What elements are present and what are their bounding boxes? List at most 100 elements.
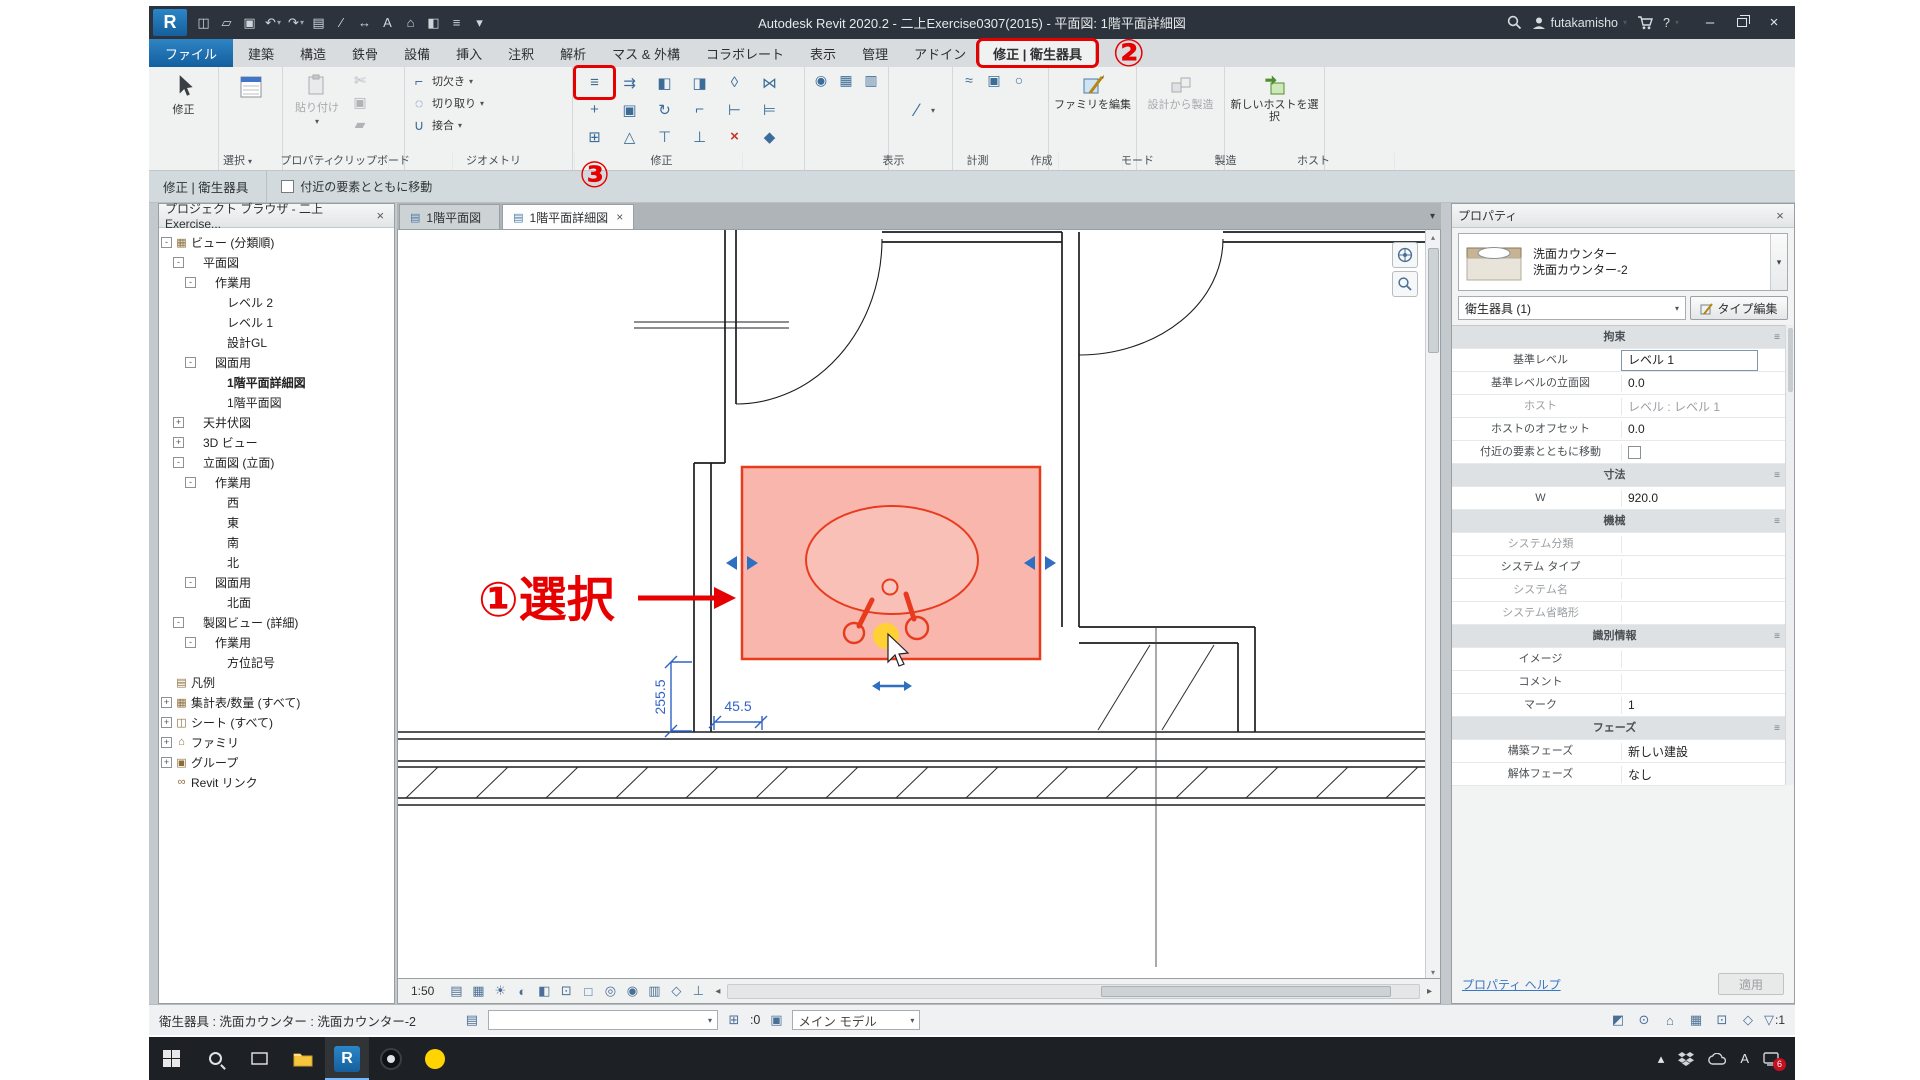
tree-expander-icon[interactable]: - — [185, 637, 196, 648]
browser-tree-item[interactable]: ▤ 凡例 — [161, 672, 392, 692]
worksharing-display-icon[interactable]: ◩ — [1608, 1012, 1628, 1028]
property-row[interactable]: システム名 — [1452, 579, 1785, 602]
revit-app-menu-button[interactable]: R — [153, 9, 187, 36]
property-row[interactable]: 機械 ≡ — [1452, 510, 1785, 533]
ui-grid-icon[interactable]: ◫ — [193, 11, 215, 35]
browser-tree-item[interactable]: - 製図ビュー (詳細) — [161, 612, 392, 632]
property-row[interactable]: 解体フェーズ なし — [1452, 763, 1785, 786]
browser-tree-item[interactable]: ∞ Revit リンク — [161, 772, 392, 792]
browser-tree-item[interactable]: + ▦ 集計表/数量 (すべて) — [161, 692, 392, 712]
property-value[interactable]: レベル : レベル 1 — [1622, 398, 1769, 415]
browser-tree-item[interactable]: 北 — [161, 552, 392, 572]
create-group-icon[interactable]: ▣ — [983, 70, 1005, 90]
create-similar-icon[interactable]: ○ — [1008, 70, 1030, 90]
ime-indicator[interactable]: A — [1740, 1051, 1749, 1066]
properties-toggle-button[interactable] — [224, 70, 277, 101]
ribbon-tab[interactable]: 注釈 — [495, 39, 547, 67]
editing-requests-icon[interactable]: ⊞ — [724, 1012, 744, 1028]
scroll-left-icon[interactable]: ◂ — [713, 986, 722, 997]
scroll-up-icon[interactable]: ▴ — [1426, 230, 1441, 245]
tree-expander-icon[interactable]: - — [161, 237, 172, 248]
temporary-view-properties-icon[interactable]: ▥ — [644, 982, 664, 1001]
flip-control[interactable] — [872, 681, 912, 691]
aligned-dimension-icon[interactable]: ↔ — [354, 11, 376, 35]
onedrive-cloud-icon[interactable] — [1708, 1053, 1726, 1065]
hide-elements-icon[interactable]: ▦ — [835, 70, 857, 90]
ribbon-tab[interactable]: 修正 | 衛生器具 ② — [979, 39, 1096, 67]
browser-tree-item[interactable]: + ⌂ ファミリ — [161, 732, 392, 752]
browser-tree-item[interactable]: 東 — [161, 512, 392, 532]
design-options-icon[interactable]: ▣ — [766, 1012, 786, 1028]
tree-expander-icon[interactable] — [197, 517, 208, 528]
trim-extend-multi-icon[interactable]: ⊨ — [753, 97, 786, 122]
unpin-icon[interactable]: ⊥ — [683, 124, 716, 149]
cut-icon[interactable]: ✄ — [349, 70, 371, 90]
properties-help-link[interactable]: プロパティ ヘルプ — [1462, 976, 1561, 993]
print-icon[interactable]: ▤ — [308, 11, 330, 35]
tree-expander-icon[interactable]: - — [173, 257, 184, 268]
customize-qat-icon[interactable]: ▾ — [469, 11, 491, 35]
property-row[interactable]: 拘束 ≡ — [1452, 326, 1785, 349]
pin-icon[interactable]: ⊤ — [648, 124, 681, 149]
tree-expander-icon[interactable] — [197, 657, 208, 668]
property-row[interactable]: W 920.0 — [1452, 487, 1785, 510]
close-button[interactable]: × — [1759, 10, 1789, 36]
array-icon[interactable]: ⊞ — [578, 124, 611, 149]
browser-tree-item[interactable]: - 立面図 (立面) — [161, 452, 392, 472]
property-value[interactable]: 0.0 — [1622, 376, 1769, 390]
tree-expander-icon[interactable] — [197, 497, 208, 508]
default-3d-view-icon[interactable]: ⌂ — [400, 11, 422, 35]
browser-tree-item[interactable]: - 図面用 — [161, 572, 392, 592]
ribbon-tab[interactable]: 鉄骨 — [339, 39, 391, 67]
ribbon-tab[interactable]: 設備 — [391, 39, 443, 67]
browser-tree-item[interactable]: + ▣ グループ — [161, 752, 392, 772]
redo-icon[interactable]: ↷▾ — [285, 11, 307, 35]
property-row[interactable]: システム タイプ — [1452, 556, 1785, 579]
property-value[interactable]: レベル 1 — [1622, 351, 1757, 370]
drawing-canvas[interactable]: 255.5 45.5 ①選択 — [397, 229, 1441, 979]
visibility-icon[interactable]: ◉ — [810, 70, 832, 90]
ribbon-tab[interactable]: ファイル — [149, 39, 233, 67]
offset-icon[interactable]: ⇉ — [613, 70, 646, 95]
design-options-dropdown[interactable]: メイン モデル ▾ — [792, 1010, 920, 1030]
move-with-nearby-option[interactable]: 付近の要素とともに移動 — [281, 178, 432, 195]
ribbon-tab[interactable]: 管理 — [849, 39, 901, 67]
property-row[interactable]: 寸法 ≡ — [1452, 464, 1785, 487]
property-row[interactable]: ホスト レベル : レベル 1 — [1452, 395, 1785, 418]
scroll-down-icon[interactable]: ▾ — [1426, 965, 1441, 979]
temporary-dimensions[interactable]: 255.5 45.5 — [652, 656, 767, 737]
property-row[interactable]: 基準レベルの立面図 0.0 — [1452, 372, 1785, 395]
restore-button[interactable] — [1727, 10, 1757, 36]
browser-tree-item[interactable]: 南 — [161, 532, 392, 552]
browser-tree-item[interactable]: 1階平面図 — [161, 392, 392, 412]
tree-expander-icon[interactable]: - — [185, 357, 196, 368]
view-tab[interactable]: ▤ 1階平面図 — [399, 204, 500, 229]
horizontal-scrollbar[interactable] — [727, 984, 1420, 999]
tree-expander-icon[interactable] — [161, 777, 172, 788]
ribbon-tab[interactable]: アドイン — [901, 39, 979, 67]
tree-expander-icon[interactable] — [197, 597, 208, 608]
project-browser-close-icon[interactable]: × — [372, 208, 388, 223]
browser-tree-item[interactable]: 北面 — [161, 592, 392, 612]
browser-tree-item[interactable]: レベル 1 — [161, 312, 392, 332]
browser-tree-item[interactable]: - 平面図 — [161, 252, 392, 272]
detail-level-icon[interactable]: ▤ — [446, 982, 466, 1001]
tree-expander-icon[interactable]: - — [185, 477, 196, 488]
trim-extend-single-icon[interactable]: ⊢ — [718, 97, 751, 122]
file-explorer-button[interactable] — [281, 1037, 325, 1080]
browser-tree-item[interactable]: 設計GL — [161, 332, 392, 352]
design-to-fabrication-button[interactable]: 設計から製造 — [1142, 70, 1219, 111]
browser-tree-item[interactable]: 方位記号 — [161, 652, 392, 672]
trim-extend-corner-icon[interactable]: ⌐ — [683, 97, 716, 122]
signin-user[interactable]: futakamisho ▾ — [1532, 16, 1627, 30]
browser-tree-item[interactable]: 1階平面詳細図 — [161, 372, 392, 392]
minimize-button[interactable]: – — [1695, 10, 1725, 36]
browser-tree-item[interactable]: - 作業用 — [161, 272, 392, 292]
browser-tree-item[interactable]: レベル 2 — [161, 292, 392, 312]
tree-expander-icon[interactable] — [197, 397, 208, 408]
edit-type-button[interactable]: タイプ編集 — [1690, 296, 1788, 320]
tree-expander-icon[interactable] — [197, 537, 208, 548]
property-row[interactable]: フェーズ ≡ — [1452, 717, 1785, 740]
ribbon-tab[interactable]: マス & 外構 — [599, 39, 693, 67]
browser-tree-item[interactable]: + ◫ シート (すべて) — [161, 712, 392, 732]
